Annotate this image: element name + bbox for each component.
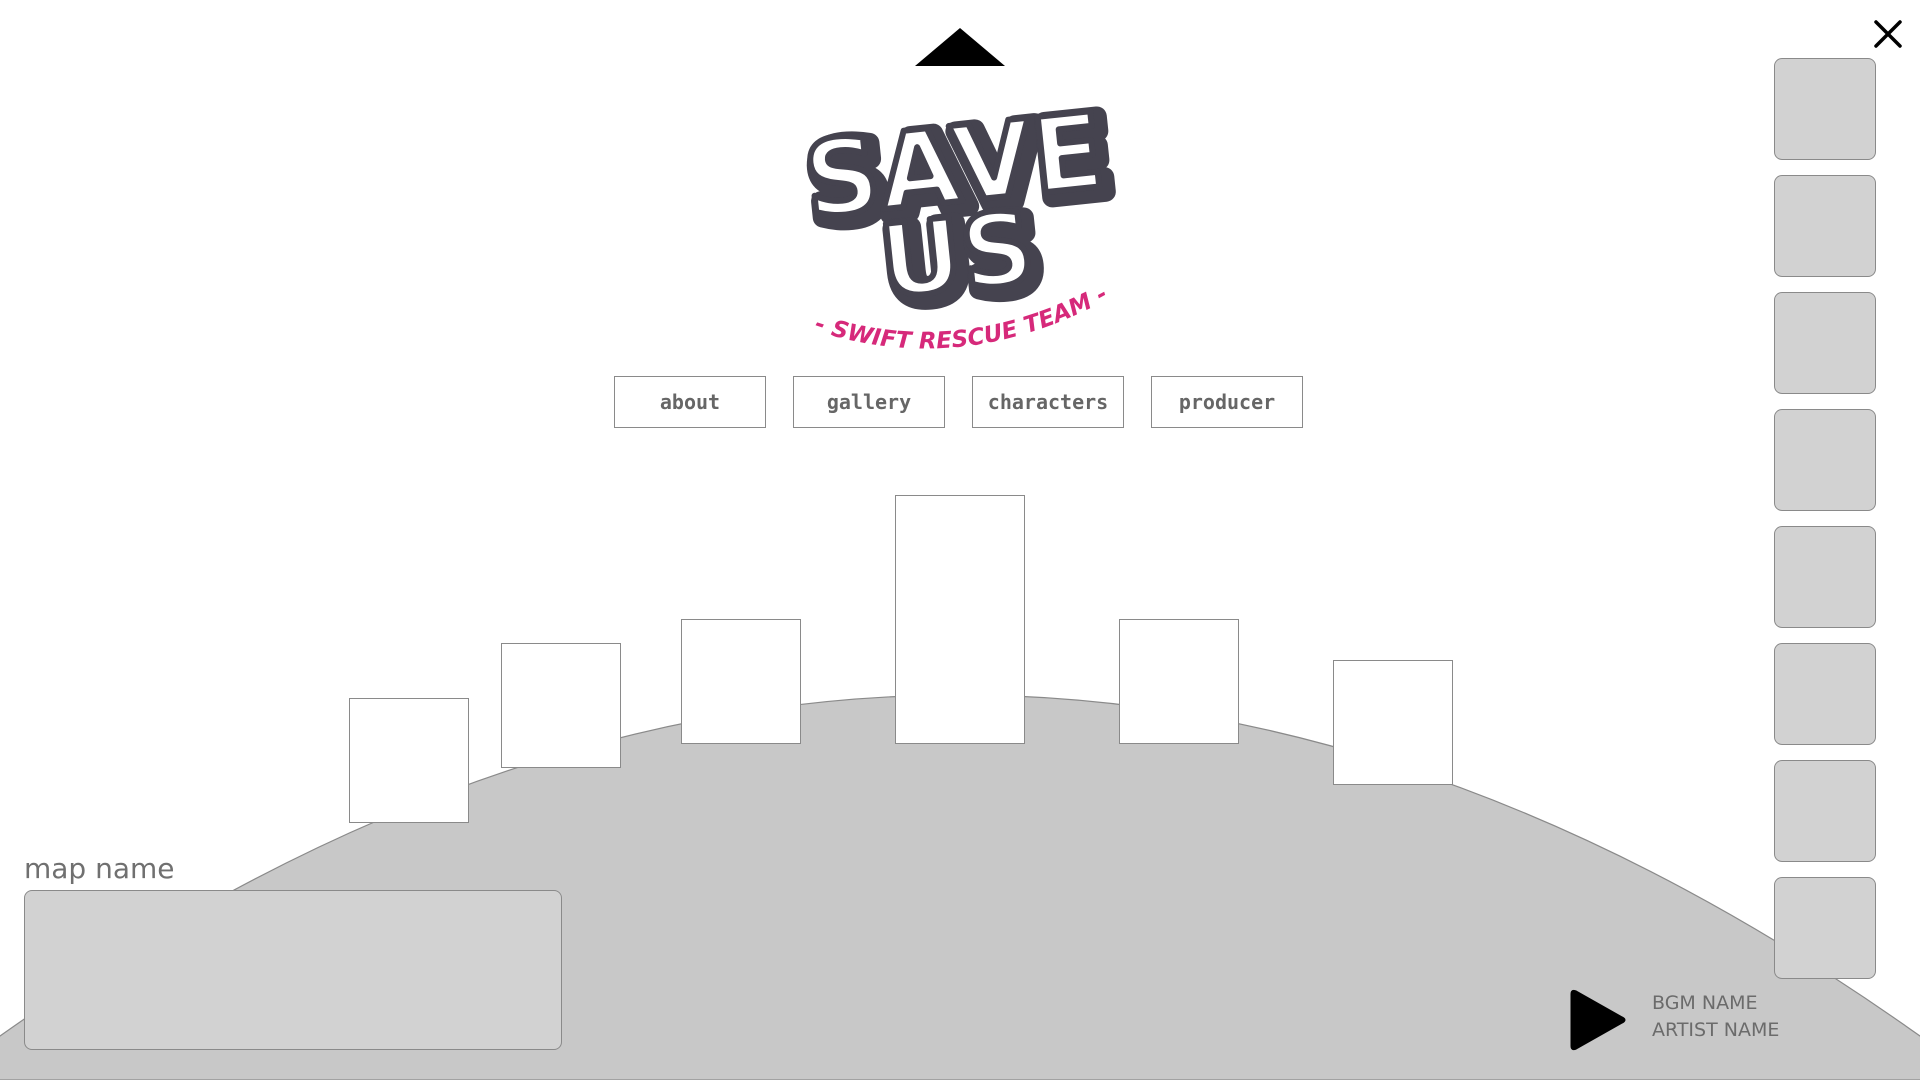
close-x-icon[interactable] bbox=[1868, 14, 1908, 54]
bgm-artist: ARTIST NAME bbox=[1652, 1019, 1780, 1041]
bgm-info: BGM NAME ARTIST NAME bbox=[1652, 990, 1779, 1044]
side-slot-2[interactable] bbox=[1774, 175, 1876, 277]
side-slot-8[interactable] bbox=[1774, 877, 1876, 979]
stage-box-4-selected[interactable] bbox=[895, 495, 1025, 744]
triangle-up-icon[interactable] bbox=[915, 28, 1005, 68]
game-screen: SAVE US SAVE US - SWIFT RESCUE TEAM - ab… bbox=[0, 0, 1920, 1080]
stage-box-2[interactable] bbox=[501, 643, 621, 768]
side-slot-3[interactable] bbox=[1774, 292, 1876, 394]
game-logo: SAVE US SAVE US - SWIFT RESCUE TEAM - bbox=[795, 95, 1126, 355]
nav-producer-button[interactable]: producer bbox=[1151, 376, 1303, 428]
bgm-title: BGM NAME bbox=[1652, 992, 1758, 1014]
stage-box-3[interactable] bbox=[681, 619, 801, 744]
stage-box-1[interactable] bbox=[349, 698, 469, 823]
stage-box-6[interactable] bbox=[1333, 660, 1453, 785]
stage-box-5[interactable] bbox=[1119, 619, 1239, 744]
map-name-label: map name bbox=[24, 852, 175, 885]
nav-gallery-button[interactable]: gallery bbox=[793, 376, 945, 428]
side-slot-7[interactable] bbox=[1774, 760, 1876, 862]
main-nav: about gallery characters producer bbox=[614, 376, 1303, 428]
nav-characters-button[interactable]: characters bbox=[972, 376, 1124, 428]
play-icon[interactable] bbox=[1570, 988, 1628, 1052]
logo-line2: US bbox=[875, 189, 1040, 321]
side-slot-1[interactable] bbox=[1774, 58, 1876, 160]
side-slot-6[interactable] bbox=[1774, 643, 1876, 745]
side-slot-list bbox=[1774, 58, 1876, 979]
side-slot-4[interactable] bbox=[1774, 409, 1876, 511]
nav-about-button[interactable]: about bbox=[614, 376, 766, 428]
side-slot-5[interactable] bbox=[1774, 526, 1876, 628]
map-info-panel bbox=[24, 890, 562, 1050]
